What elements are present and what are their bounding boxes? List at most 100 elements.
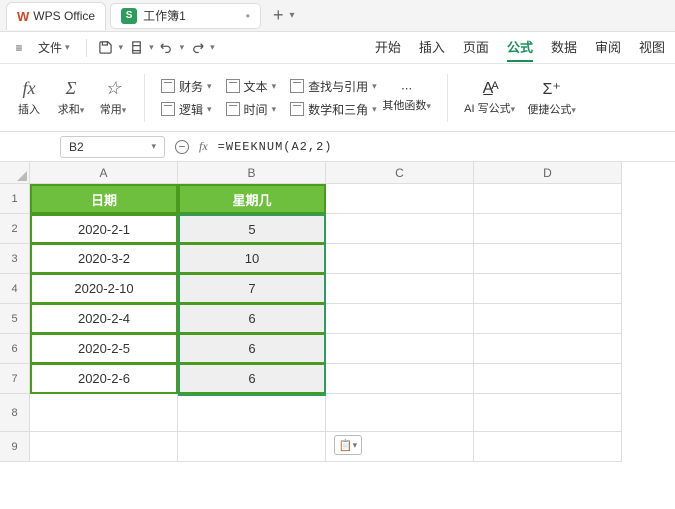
cell[interactable] [326,244,474,274]
save-dropdown[interactable]: ▾ [119,42,124,53]
cell-c1[interactable] [326,184,474,214]
cell[interactable] [474,214,622,244]
datetime-button[interactable]: 时间▾ [226,101,277,118]
cell[interactable] [326,214,474,244]
cell[interactable] [474,274,622,304]
category-icon [290,79,304,93]
tab-start[interactable]: 开始 [375,33,401,62]
tab-page[interactable]: 页面 [463,33,489,62]
insert-function-button[interactable]: fx 插入 [8,70,50,126]
cell[interactable] [474,432,622,462]
cell-d1[interactable] [474,184,622,214]
cell[interactable] [30,394,178,432]
paste-options-button[interactable]: 📋▾ [334,435,362,455]
cell[interactable] [474,394,622,432]
col-header-a[interactable]: A [30,162,178,184]
ribbon: fx 插入 Σ 求和▾ ☆ 常用▾ 财务▾ 文本▾ 查找与引用▾ 逻辑▾ 时间▾… [0,64,675,132]
cell[interactable] [326,364,474,394]
app-tab-wps[interactable]: W WPS Office [6,2,106,30]
print-dropdown[interactable]: ▾ [149,42,154,53]
cell[interactable] [474,364,622,394]
file-menu[interactable]: 文件 ▾ [32,37,76,58]
row-header[interactable]: 1 [0,184,30,214]
cell[interactable]: 2020-2-5 [30,334,178,364]
cancel-icon[interactable]: – [175,140,189,154]
select-all-corner[interactable] [0,162,30,184]
print-icon[interactable] [127,39,145,57]
rows: 1 日期 星期几 22020-2-15 32020-3-210 42020-2-… [0,184,675,462]
col-header-b[interactable]: B [178,162,326,184]
cell[interactable]: 7 [178,274,326,304]
row-header[interactable]: 3 [0,244,30,274]
save-icon[interactable] [97,39,115,57]
cell[interactable] [474,304,622,334]
fx-icon[interactable]: fx [199,139,208,154]
tab-data[interactable]: 数据 [551,33,577,62]
cell[interactable]: 6 [178,334,326,364]
name-box[interactable]: B2 ▾ [60,136,165,158]
col-header-d[interactable]: D [474,162,622,184]
common-button[interactable]: ☆ 常用▾ [92,70,134,126]
formula-input[interactable]: =WEEKNUM(A2,2) [218,140,333,154]
file-label: 文件 [38,39,62,56]
row-header[interactable]: 7 [0,364,30,394]
clipboard-icon: 📋 [339,439,353,452]
other-functions-button[interactable]: ⋯ 其他函数▾ [377,70,437,126]
row-header[interactable]: 9 [0,432,30,462]
cell[interactable] [178,432,326,462]
sum-button[interactable]: Σ 求和▾ [50,70,92,126]
redo-dropdown[interactable]: ▾ [210,42,215,53]
redo-icon[interactable] [188,39,206,57]
undo-icon[interactable] [158,39,176,57]
cell[interactable]: 2020-2-4 [30,304,178,334]
cell[interactable] [326,304,474,334]
cell[interactable] [474,244,622,274]
datetime-label: 时间 [244,101,268,118]
divider [144,74,145,122]
cell[interactable] [178,394,326,432]
cell-b1[interactable]: 星期几 [178,184,326,214]
modified-dot-icon: • [246,9,250,23]
undo-dropdown[interactable]: ▾ [180,42,185,53]
cell[interactable]: 2020-2-10 [30,274,178,304]
titlebar: W WPS Office S 工作簿1 • + ▾ [0,0,675,32]
math-button[interactable]: 数学和三角▾ [290,101,377,118]
cell[interactable] [326,334,474,364]
cell[interactable]: 6 [178,304,326,334]
cell[interactable] [474,334,622,364]
row-header[interactable]: 8 [0,394,30,432]
cell[interactable]: 2020-2-6 [30,364,178,394]
other-label: 其他函数 [382,100,426,112]
cell[interactable]: 2020-3-2 [30,244,178,274]
cell[interactable] [30,432,178,462]
logic-button[interactable]: 逻辑▾ [161,101,212,118]
new-tab-button[interactable]: + [273,5,284,26]
formula-bar-row: B2 ▾ – fx =WEEKNUM(A2,2) [0,132,675,162]
text-button[interactable]: 文本▾ [226,78,277,95]
tab-view[interactable]: 视图 [639,33,665,62]
cell-a1[interactable]: 日期 [30,184,178,214]
row-header[interactable]: 6 [0,334,30,364]
row-header[interactable]: 2 [0,214,30,244]
lookup-button[interactable]: 查找与引用▾ [290,78,377,95]
cell[interactable]: 2020-2-1 [30,214,178,244]
quick-formula-button[interactable]: Σ⁺ 便捷公式▾ [522,70,582,126]
tab-formula[interactable]: 公式 [507,33,533,62]
row-header[interactable]: 4 [0,274,30,304]
document-tab[interactable]: S 工作簿1 • [110,3,261,29]
col-header-c[interactable]: C [326,162,474,184]
cell[interactable]: 10 [178,244,326,274]
tab-review[interactable]: 审阅 [595,33,621,62]
logic-label: 逻辑 [179,101,203,118]
new-tab-dropdown[interactable]: ▾ [289,10,294,21]
cell[interactable] [326,274,474,304]
row-header[interactable]: 5 [0,304,30,334]
menu-icon[interactable]: ≡ [10,39,28,57]
cell[interactable]: 6 [178,364,326,394]
dots-icon: ⋯ [401,82,412,95]
cell[interactable] [326,394,474,432]
cell[interactable]: 5 [178,214,326,244]
finance-button[interactable]: 财务▾ [161,78,212,95]
ai-formula-button[interactable]: A̲ᴬ AI 写公式▾ [458,70,522,126]
tab-insert[interactable]: 插入 [419,33,445,62]
